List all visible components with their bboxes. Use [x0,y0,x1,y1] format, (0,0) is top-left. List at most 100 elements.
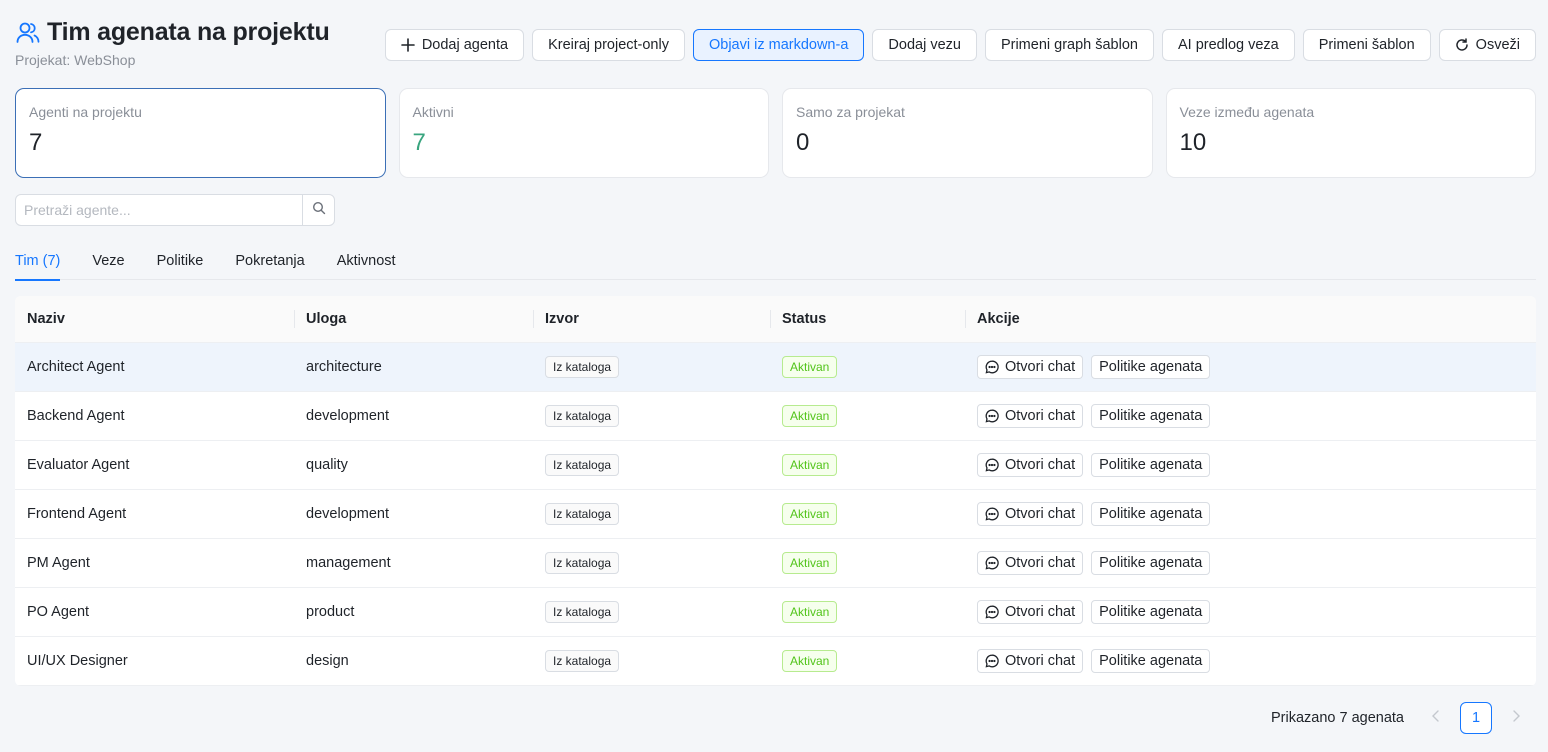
open-chat-button[interactable]: Otvori chat [977,551,1084,575]
status-badge: Aktivan [782,405,838,427]
tab-links[interactable]: Veze [92,250,124,280]
agent-name: Architect Agent [27,359,125,375]
search-button[interactable] [302,195,334,225]
agent-status-cell: Aktivan [770,601,965,623]
agent-source-cell: Iz kataloga [533,503,770,525]
project-subtitle: Projekat: WebShop [15,52,136,68]
agent-policies-button[interactable]: Politike agenata [1091,404,1211,428]
agent-policies-label: Politike agenata [1099,408,1203,424]
open-chat-button[interactable]: Otvori chat [977,355,1084,379]
agent-actions: Otvori chat Politike agenata [965,404,1536,428]
agent-name: Frontend Agent [27,506,127,522]
agent-policies-label: Politike agenata [1099,359,1203,375]
open-chat-button[interactable]: Otvori chat [977,453,1084,477]
stat-label: Veze između agenata [1179,104,1315,120]
apply-template-button[interactable]: Primeni šablon [1302,29,1431,61]
open-chat-button[interactable]: Otvori chat [977,600,1084,624]
agent-policies-button[interactable]: Politike agenata [1091,355,1211,379]
agent-policies-button[interactable]: Politike agenata [1091,453,1211,477]
agent-policies-button[interactable]: Politike agenata [1091,600,1211,624]
stat-card-project-only[interactable]: Samo za projekat 0 [782,88,1153,178]
chat-bubble-icon [985,556,999,570]
stat-label: Agenti na projektu [29,104,142,120]
users-icon [15,20,41,46]
agent-policies-button[interactable]: Politike agenata [1091,649,1211,673]
ai-link-suggestion-label: AI predlog veza [1177,37,1279,53]
prev-page-button[interactable] [1420,702,1452,734]
apply-graph-template-button[interactable]: Primeni graph šablon [984,29,1154,61]
ai-link-suggestion-button[interactable]: AI predlog veza [1161,29,1295,61]
open-chat-label: Otvori chat [1005,653,1076,669]
column-header-role[interactable]: Uloga [294,310,533,328]
apply-graph-template-label: Primeni graph šablon [1000,37,1138,53]
agent-actions: Otvori chat Politike agenata [965,502,1536,526]
page-number-button[interactable]: 1 [1460,702,1492,734]
tab-runs[interactable]: Pokretanja [235,250,304,280]
agent-name: Evaluator Agent [27,457,130,473]
agent-policies-label: Politike agenata [1099,506,1203,522]
source-tag: Iz kataloga [545,356,620,378]
column-header-source[interactable]: Izvor [533,310,770,328]
agent-name: Backend Agent [27,408,125,424]
next-page-button[interactable] [1500,702,1532,734]
column-header-status[interactable]: Status [770,310,965,328]
open-chat-button[interactable]: Otvori chat [977,404,1084,428]
create-project-only-button[interactable]: Kreiraj project-only [532,29,685,61]
search-box [15,194,335,226]
table-row[interactable]: Evaluator Agent quality Iz kataloga Aktivan… [15,441,1536,490]
agent-name: PM Agent [27,555,90,571]
status-badge: Aktivan [782,650,838,672]
open-chat-label: Otvori chat [1005,408,1076,424]
status-badge: Aktivan [782,356,838,378]
stat-label: Aktivni [412,104,454,120]
table-row[interactable]: Architect Agent architecture Iz kataloga Ak… [15,343,1536,392]
publish-markdown-button[interactable]: Objavi iz markdown-a [692,29,865,61]
agent-policies-label: Politike agenata [1099,604,1203,620]
table-row[interactable]: PO Agent product Iz kataloga Aktivan Otvori … [15,588,1536,637]
table-row[interactable]: Frontend Agent development Iz kataloga Akti… [15,490,1536,539]
chat-bubble-icon [985,507,999,521]
publish-markdown-label: Objavi iz markdown-a [708,37,849,53]
tab-team[interactable]: Tim (7) [15,250,61,281]
refresh-label: Osveži [1475,37,1520,53]
apply-template-label: Primeni šablon [1318,37,1415,53]
add-agent-button[interactable]: Dodaj agenta [384,29,525,61]
agent-actions: Otvori chat Politike agenata [965,355,1536,379]
agent-actions: Otvori chat Politike agenata [965,600,1536,624]
status-badge: Aktivan [782,601,838,623]
table-body: Architect Agent architecture Iz kataloga Ak… [15,343,1536,686]
agent-role: architecture [306,359,382,375]
page-title: Tim agenata na projektu [47,18,330,46]
column-header-actions: Akcije [965,310,1536,328]
stat-card-links[interactable]: Veze između agenata 10 [1165,88,1536,178]
open-chat-label: Otvori chat [1005,604,1076,620]
stat-label: Samo za projekat [796,104,905,120]
open-chat-button[interactable]: Otvori chat [977,502,1084,526]
agent-role: design [306,653,349,669]
tab-policies[interactable]: Politike [157,250,204,280]
stat-card-agents[interactable]: Agenti na projektu 7 [15,88,386,178]
table-row[interactable]: Backend Agent development Iz kataloga Aktiv… [15,392,1536,441]
stat-card-active[interactable]: Aktivni 7 [398,88,769,178]
stat-value: 7 [412,129,426,156]
agent-source-cell: Iz kataloga [533,601,770,623]
agent-policies-button[interactable]: Politike agenata [1091,502,1211,526]
stats-row: Agenti na projektu 7 Aktivni 7 Samo za p… [15,88,1536,178]
toolbar: Dodaj agenta Kreiraj project-only Objavi… [384,29,1536,61]
agent-policies-button[interactable]: Politike agenata [1091,551,1211,575]
add-link-button[interactable]: Dodaj vezu [872,29,977,61]
pagination-info: Prikazano 7 agenata [1270,710,1404,726]
agent-source-cell: Iz kataloga [533,405,770,427]
chat-bubble-icon [985,360,999,374]
column-header-name[interactable]: Naziv [15,311,294,327]
tab-activity[interactable]: Aktivnost [337,250,396,280]
page-header: Tim agenata na projektu [15,18,330,47]
open-chat-button[interactable]: Otvori chat [977,649,1084,673]
table-row[interactable]: PM Agent management Iz kataloga Aktivan Otvo… [15,539,1536,588]
status-badge: Aktivan [782,454,838,476]
agent-actions: Otvori chat Politike agenata [965,453,1536,477]
table-row[interactable]: UI/UX Designer design Iz kataloga Aktivan Ot… [15,637,1536,686]
search-input[interactable] [16,195,302,225]
pagination: Prikazano 7 agenata 1 [1271,702,1532,734]
refresh-button[interactable]: Osveži [1438,29,1536,61]
